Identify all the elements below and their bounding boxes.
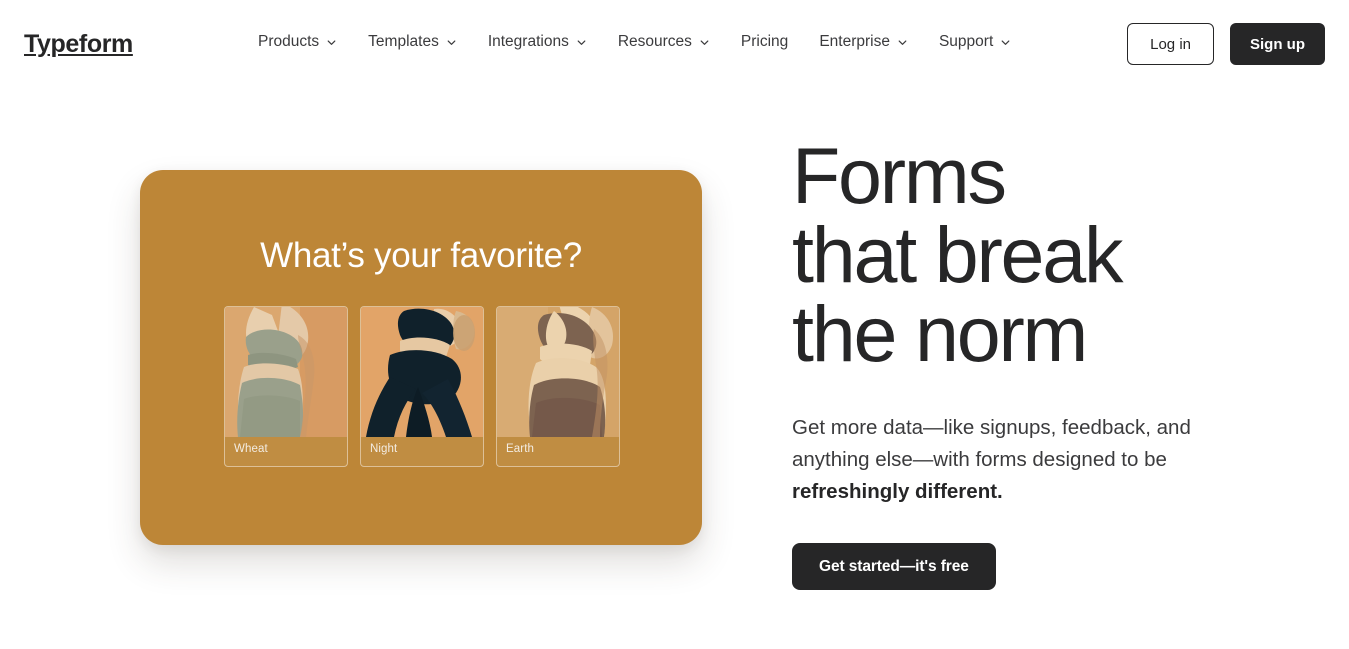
chevron-down-icon (326, 37, 337, 48)
site-header: Typeform Products Templates Integrations… (0, 0, 1349, 88)
choice-label: Earth (506, 442, 534, 455)
nav-item-pricing[interactable]: Pricing (741, 28, 806, 56)
chevron-down-icon (699, 37, 710, 48)
form-choice-night[interactable]: Night (360, 306, 484, 467)
page-title-line-2: that break (792, 210, 1124, 299)
nav-item-support[interactable]: Support (939, 28, 1029, 56)
nav-item-enterprise[interactable]: Enterprise (819, 28, 926, 56)
nav-item-label: Enterprise (819, 33, 890, 50)
choice-photo-night (361, 307, 483, 437)
form-choice-list: Wheat Night Earth (224, 306, 620, 467)
choice-label: Night (370, 442, 398, 455)
header-actions: Log in Sign up (1127, 23, 1325, 65)
hero-subtitle: Get more data—like signups, feedback, an… (792, 412, 1254, 508)
get-started-button[interactable]: Get started—it's free (792, 543, 996, 590)
main-navigation: Products Templates Integrations Resource… (258, 28, 1042, 56)
form-preview: What’s your favorite? Wheat Night Earth (140, 170, 702, 545)
nav-item-label: Integrations (487, 33, 569, 50)
form-choice-wheat[interactable]: Wheat (224, 306, 348, 467)
typeform-logo[interactable]: Typeform (24, 31, 133, 57)
signup-button[interactable]: Sign up (1230, 23, 1325, 65)
chevron-down-icon (1000, 37, 1011, 48)
page-title: Forms that break the norm (792, 136, 1312, 373)
nav-item-label: Templates (368, 33, 439, 50)
chevron-down-icon (897, 37, 908, 48)
nav-item-products[interactable]: Products (258, 28, 355, 56)
nav-item-templates[interactable]: Templates (368, 28, 475, 56)
login-button[interactable]: Log in (1127, 23, 1214, 65)
hero-section: What’s your favorite? Wheat Night Earth … (0, 88, 1349, 649)
form-preview-card: What’s your favorite? Wheat Night Earth (140, 170, 702, 545)
choice-label: Wheat (234, 442, 268, 455)
chevron-down-icon (446, 37, 457, 48)
chevron-down-icon (576, 37, 587, 48)
nav-item-integrations[interactable]: Integrations (488, 28, 605, 56)
nav-item-label: Resources (617, 33, 692, 50)
page-title-line-1: Forms (792, 131, 1007, 220)
form-choice-earth[interactable]: Earth (496, 306, 620, 467)
form-question-text: What’s your favorite? (260, 236, 582, 275)
choice-photo-earth (497, 307, 619, 437)
nav-item-resources[interactable]: Resources (618, 28, 728, 56)
hero-subtitle-emphasis: refreshingly different. (792, 480, 1003, 503)
hero-subtitle-text: Get more data—like signups, feedback, an… (792, 416, 1191, 471)
hero-copy: Forms that break the norm Get more data—… (792, 136, 1312, 590)
page-title-line-3: the norm (792, 289, 1088, 378)
choice-photo-wheat (225, 307, 347, 437)
nav-item-label: Support (938, 33, 994, 50)
nav-item-label: Pricing (740, 33, 789, 50)
nav-item-label: Products (258, 33, 320, 50)
